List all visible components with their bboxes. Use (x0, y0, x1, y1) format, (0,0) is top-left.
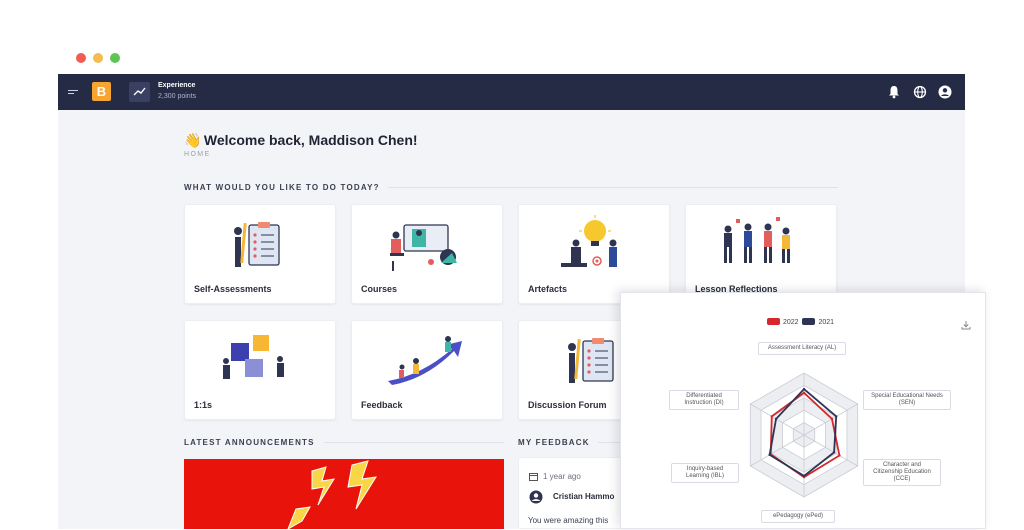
breadcrumb[interactable]: HOME (184, 151, 211, 158)
radar-point-2022 (838, 454, 841, 457)
feedback-message: You were amazing this (528, 516, 609, 525)
radar-point-2021 (835, 415, 838, 418)
top-navigation-bar: B Experience 2,300 points (58, 74, 965, 110)
experience-points: 2,300 points (158, 93, 197, 100)
feedback-section-title: MY FEEDBACK (518, 438, 590, 447)
clipboard-illustration-icon (234, 222, 280, 267)
menu-icon[interactable] (68, 90, 78, 96)
card-label: Self-Assessments (194, 284, 272, 294)
minimize-window-button[interactable] (93, 53, 103, 63)
welcome-heading: 👋 Welcome back, Maddison Chen! (184, 132, 418, 149)
avatar-icon (529, 490, 543, 504)
card-label: 1:1s (194, 400, 213, 410)
close-window-button[interactable] (76, 53, 86, 63)
card-label: Artefacts (528, 284, 568, 294)
feedback-author: Cristian Hammo (553, 492, 615, 501)
axis-label-ibl: Inquiry-based Learning (IBL) (671, 463, 739, 483)
axis-label-sen: Special Educational Needs (SEN) (863, 390, 951, 410)
calendar-icon (529, 473, 538, 481)
card-self-assessments[interactable]: Self-Assessments (184, 204, 336, 304)
online-course-illustration-icon (390, 224, 457, 271)
axis-label-al: Assessment Literacy (AL) (758, 342, 846, 355)
axis-label-eped: ePedagogy (ePed) (761, 510, 835, 523)
maximize-window-button[interactable] (110, 53, 120, 63)
axis-label-cce: Character and Citizenship Education (CCE… (863, 459, 941, 486)
card-label: Feedback (361, 400, 403, 410)
experience-title: Experience (158, 82, 196, 89)
todo-section-title: WHAT WOULD YOU LIKE TO DO TODAY? (184, 183, 380, 192)
radar-point-2021 (832, 451, 836, 454)
experience-chart-icon[interactable] (129, 82, 150, 102)
globe-icon[interactable] (912, 84, 928, 100)
card-courses[interactable]: Courses (351, 204, 503, 304)
card-label: Courses (361, 284, 398, 294)
puzzle-illustration-icon (223, 335, 284, 379)
radar-point-2022 (770, 415, 773, 418)
radar-point-2021 (802, 474, 806, 478)
waving-hand-icon: 👋 (184, 132, 202, 148)
announcements-section-title: LATEST ANNOUNCEMENTS (184, 438, 315, 447)
bell-icon[interactable] (886, 84, 902, 100)
card-feedback[interactable]: Feedback (351, 320, 503, 420)
axis-label-di: Differentiated Instruction (DI) (669, 390, 739, 410)
team-illustration-icon (724, 217, 790, 263)
radar-point-2022 (830, 417, 834, 421)
section-divider (324, 442, 504, 443)
radar-point-2021 (774, 417, 778, 421)
section-divider (388, 187, 838, 188)
card-artefacts[interactable]: Artefacts (518, 204, 670, 304)
radar-point-2022 (802, 391, 806, 395)
announcement-banner[interactable] (184, 459, 504, 529)
card-label: Discussion Forum (528, 400, 607, 410)
card-one-on-ones[interactable]: 1:1s (184, 320, 336, 420)
card-lesson-reflections[interactable]: Lesson Reflections (685, 204, 837, 304)
window-chrome (58, 40, 965, 74)
account-icon[interactable] (937, 84, 953, 100)
radar-chart-panel: 2022 2021 Assessment Literacy (AL) Speci… (620, 292, 986, 529)
feedback-time: 1 year ago (543, 472, 581, 481)
idea-illustration-icon (561, 215, 617, 267)
radar-chart (749, 372, 859, 498)
welcome-text: Welcome back, Maddison Chen! (203, 132, 418, 148)
radar-point-2021 (768, 453, 771, 457)
radar-point-2021 (802, 387, 806, 391)
app-logo[interactable]: B (92, 82, 111, 101)
growth-arrow-illustration-icon (388, 336, 462, 385)
lightning-bolt-icon (287, 460, 377, 529)
